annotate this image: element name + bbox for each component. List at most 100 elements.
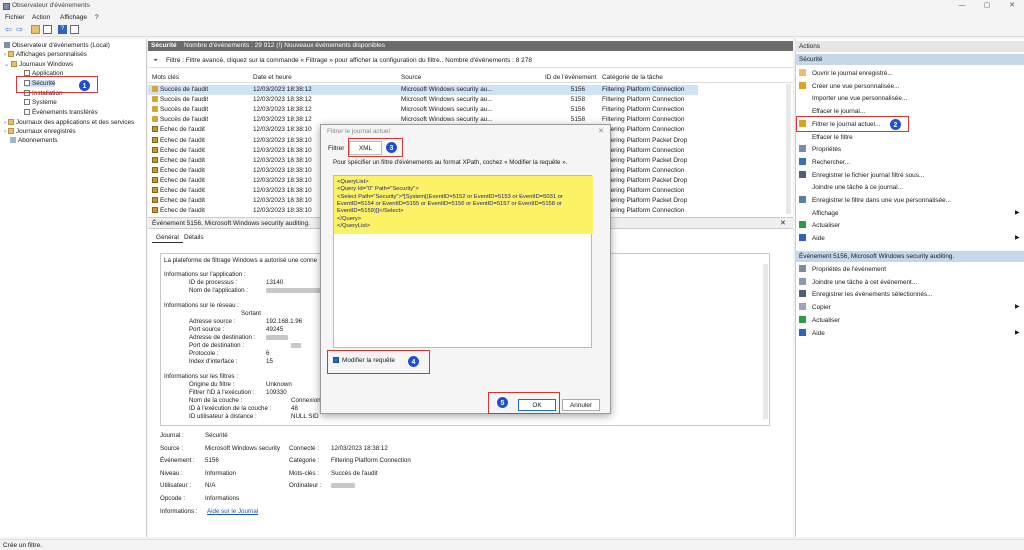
action-item[interactable]: Joindre une tâche à ce journal... bbox=[799, 183, 903, 191]
actions-section-security[interactable]: Sécurité bbox=[795, 54, 1024, 65]
action-item[interactable]: Enregistrer le fichier journal filtré so… bbox=[799, 170, 924, 179]
keyword-text: Succès de l'audit bbox=[160, 86, 209, 93]
copy-icon bbox=[799, 303, 806, 311]
pane-icon[interactable] bbox=[70, 25, 79, 34]
callout-badge-1: 1 bbox=[78, 79, 91, 92]
open-folder-icon bbox=[799, 69, 806, 76]
action-item[interactable]: Enregistrer les événements sélectionnés.… bbox=[799, 290, 932, 298]
column-event-id[interactable]: ID de l'événement bbox=[545, 74, 596, 81]
action-item[interactable]: Propriétés de l'événement bbox=[799, 265, 886, 273]
maximize-button[interactable]: ▢ bbox=[980, 1, 994, 11]
prop-category-value: Filtering Platform Connection bbox=[331, 457, 411, 464]
actions-section-event[interactable]: Événement 5156, Microsoft Windows securi… bbox=[795, 251, 1024, 262]
action-item[interactable]: Effacer le journal... bbox=[799, 107, 865, 115]
back-icon[interactable]: ⇦ bbox=[4, 25, 13, 34]
column-keywords[interactable]: Mots clés bbox=[152, 74, 179, 81]
action-item[interactable]: Actualiser bbox=[799, 315, 840, 324]
tree-item-subscriptions[interactable]: Abonnements bbox=[10, 137, 57, 144]
tree-item-saved-logs[interactable]: › Journaux enregistrés bbox=[4, 128, 76, 135]
keyword-text: Échec de l'audit bbox=[160, 207, 205, 215]
action-item[interactable]: Affichage bbox=[799, 209, 839, 217]
tree-item-custom-views[interactable]: › Affichages personnalisés bbox=[4, 51, 87, 58]
prop-user-label: Utilisateur : bbox=[160, 482, 191, 489]
list-view-icon[interactable] bbox=[43, 25, 52, 34]
detail-scrollbar[interactable] bbox=[763, 264, 768, 419]
event-id-cell: 5158 bbox=[570, 96, 585, 104]
action-item[interactable]: Actualiser bbox=[799, 221, 840, 229]
xml-line: </QueryList> bbox=[337, 223, 371, 229]
prop-journal-value: Sécurité bbox=[205, 432, 228, 439]
close-detail-icon[interactable]: ✕ bbox=[780, 219, 786, 227]
tab-details[interactable]: Détails bbox=[180, 233, 208, 242]
keyword-cell: Échec de l'audit bbox=[152, 166, 205, 174]
action-item[interactable]: Aide bbox=[799, 234, 825, 242]
keyword-text: Échec de l'audit bbox=[160, 187, 205, 194]
table-row[interactable]: Succès de l'audit 12/03/2023 18:38:12 Micr… bbox=[148, 95, 698, 105]
callout-badge-5: 5 bbox=[496, 396, 509, 409]
action-item[interactable]: Importer une vue personnalisée... bbox=[799, 94, 907, 102]
action-item[interactable]: Ouvrir le journal enregistré... bbox=[799, 69, 893, 77]
action-item[interactable]: Propriétés bbox=[799, 145, 841, 153]
xml-line: </Query> bbox=[337, 216, 362, 222]
event-id-cell: 5158 bbox=[570, 116, 585, 124]
forward-icon[interactable]: ⇨ bbox=[15, 25, 24, 34]
xml-query-editor[interactable]: <QueryList> <Query Id="0" Path="Security… bbox=[333, 175, 593, 348]
tab-general[interactable]: Général bbox=[152, 233, 183, 243]
detail-protocol-value: 6 bbox=[266, 350, 270, 357]
menu-action[interactable]: Action bbox=[32, 14, 50, 21]
folder-tree-icon[interactable] bbox=[31, 25, 40, 34]
help-log-link[interactable]: Aide sur le Journal bbox=[207, 508, 258, 515]
keyword-text: Échec de l'audit bbox=[160, 146, 205, 154]
action-item[interactable]: Effacer le filtre bbox=[799, 133, 853, 141]
detail-appname-label: Nom de l'application : bbox=[189, 287, 248, 294]
action-label: Effacer le journal... bbox=[812, 108, 866, 116]
column-task-category[interactable]: Catégorie de la tâche bbox=[602, 74, 663, 81]
column-date[interactable]: Date et heure bbox=[253, 74, 292, 81]
cancel-button[interactable]: Annuler bbox=[562, 399, 600, 411]
tree-item-windows-logs[interactable]: ⌄ Journaux Windows bbox=[4, 60, 73, 68]
action-item[interactable]: Aide bbox=[799, 328, 825, 337]
help-icon[interactable]: ? bbox=[58, 25, 67, 34]
action-item[interactable]: Joindre une tâche à cet événement... bbox=[799, 277, 918, 286]
detail-srcaddr-value: 192.168.1.96 bbox=[266, 318, 303, 325]
action-item[interactable]: Copier bbox=[799, 303, 831, 311]
tree-item-system[interactable]: Système bbox=[24, 99, 57, 106]
action-label: Enregistrer le filtre dans une vue perso… bbox=[812, 197, 951, 204]
detail-filterid-label: Filtrer l'ID à l'exécution : bbox=[189, 389, 255, 396]
menu-help[interactable]: ? bbox=[95, 14, 99, 21]
minimize-button[interactable]: — bbox=[955, 1, 969, 11]
action-item[interactable]: Enregistrer le filtre dans une vue perso… bbox=[799, 196, 951, 204]
table-row[interactable]: Succès de l'audit 12/03/2023 18:38:12 Micr… bbox=[148, 85, 698, 95]
callout-badge-4: 4 bbox=[407, 355, 420, 368]
table-row[interactable]: Succès de l'audit 12/03/2023 18:38:12 Micr… bbox=[148, 105, 698, 115]
category-cell: Filtering Platform Connection bbox=[602, 126, 685, 134]
detail-iface-value: 15 bbox=[266, 358, 273, 365]
detail-origin-label: Origine du filtre : bbox=[189, 381, 235, 388]
save-filter-icon bbox=[799, 196, 806, 203]
action-label: Joindre une tâche à cet événement... bbox=[812, 278, 918, 286]
computer-icon bbox=[4, 42, 10, 48]
tree-item-root[interactable]: Observateur d'événements (Local) bbox=[4, 42, 110, 49]
action-label: Joindre une tâche à ce journal... bbox=[812, 184, 903, 192]
status-text: Crée un filtre. bbox=[3, 542, 43, 549]
action-label: Enregistrer les événements sélectionnés.… bbox=[812, 291, 933, 299]
close-button[interactable]: ✕ bbox=[1005, 1, 1019, 11]
event-id-cell: 5156 bbox=[570, 106, 585, 114]
detail-dstport-label: Port de destination : bbox=[189, 342, 245, 349]
events-scrollbar[interactable] bbox=[786, 84, 791, 214]
tree-item-forwarded-events[interactable]: Événements transférés bbox=[24, 109, 98, 116]
action-item[interactable]: Rechercher... bbox=[799, 157, 850, 166]
folder-icon bbox=[7, 119, 14, 125]
menu-fichier[interactable]: Fichier bbox=[5, 14, 25, 21]
menu-affichage[interactable]: Affichage bbox=[60, 14, 87, 21]
detail-filterid-value: 109330 bbox=[266, 389, 287, 396]
category-cell: Filtering Platform Connection bbox=[602, 116, 685, 124]
action-item[interactable]: Créer une vue personnalisée... bbox=[799, 81, 899, 90]
tree-item-app-service-logs[interactable]: › Journaux des applications et des servi… bbox=[4, 119, 134, 126]
column-source[interactable]: Source bbox=[401, 74, 421, 81]
tab-filter[interactable]: Filtrer bbox=[328, 145, 344, 152]
help-icon bbox=[799, 328, 806, 336]
category-cell: Filtering Platform Connection bbox=[602, 166, 685, 174]
detail-protocol-label: Protocole : bbox=[189, 350, 219, 357]
dialog-close-icon[interactable]: ✕ bbox=[598, 127, 604, 135]
